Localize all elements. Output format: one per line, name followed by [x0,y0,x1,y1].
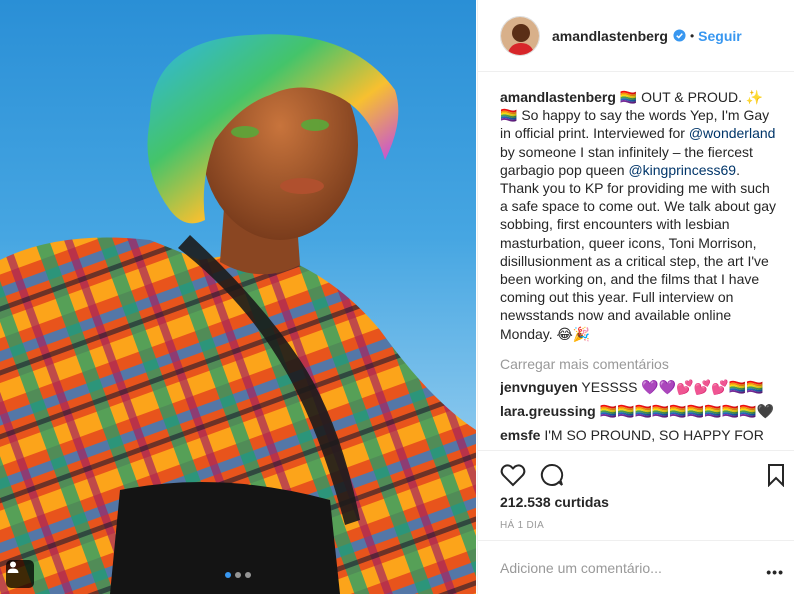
mention-link-kingprincess[interactable]: @kingprincess69 [628,162,736,178]
caption-text-3: . Thank you to KP for providing me with … [500,161,777,342]
verified-badge-icon [673,29,686,42]
caption-username[interactable]: amandlastenberg [500,89,616,105]
load-more-comments-button[interactable]: Carregar mais comentários [500,356,779,372]
comment-text: I'M SO PROUND, SO HAPPY FOR [540,426,764,443]
follow-button[interactable]: Seguir [698,28,742,44]
action-bar [478,450,794,496]
comment-item: lara.greussing 🏳️‍🌈🏳️‍🌈🏳️‍🌈🏳️‍🌈🏳️‍🌈🏳️‍🌈🏳… [500,402,779,420]
comment-username[interactable]: emsfe [500,427,540,443]
comment-icon[interactable] [540,463,564,487]
header-separator: • [689,28,695,43]
post-header: amandlastenberg • Seguir [478,0,794,72]
post-photo[interactable] [0,0,476,594]
comment-item: emsfe I'M SO PROUND, SO HAPPY FOR [500,426,779,444]
comment-item: jenvnguyen YESSSS 💜💜💕💕💕🏳️‍🌈🏳️‍🌈 [500,378,779,396]
comment-text: YESSSS 💜💜💕💕💕🏳️‍🌈🏳️‍🌈 [577,378,764,395]
header-username[interactable]: amandlastenberg [552,28,668,44]
carousel-dot[interactable] [235,572,241,578]
comments-list: amandlastenberg 🏳️‍🌈 OUT & PROUD. ✨ 🏳️‍🌈… [478,72,794,450]
portrait-illustration [0,34,476,594]
mention-link-wonderland[interactable]: @wonderland [689,125,776,141]
comment-username[interactable]: jenvnguyen [500,379,578,395]
avatar-image [501,16,539,55]
add-comment-input[interactable]: Adicione um comentário... [500,560,662,576]
post-timestamp[interactable]: HÁ 1 DIA [500,520,544,531]
post-sidebar: amandlastenberg • Seguir amandlastenberg… [477,0,794,594]
comment-text: 🏳️‍🌈🏳️‍🌈🏳️‍🌈🏳️‍🌈🏳️‍🌈🏳️‍🌈🏳️‍🌈🏳️‍🌈🏳️‍🌈🖤 [595,402,774,419]
caption: amandlastenberg 🏳️‍🌈 OUT & PROUD. ✨ 🏳️‍🌈… [500,88,779,343]
carousel-dot[interactable] [245,572,251,578]
comment-username[interactable]: lara.greussing [500,403,596,419]
carousel-dot-active[interactable] [225,572,231,578]
likes-count[interactable]: 212.538 curtidas [500,494,609,510]
bookmark-icon[interactable] [767,463,785,487]
heart-icon[interactable] [500,463,526,487]
carousel-indicators [0,572,476,578]
add-comment-bar: Adicione um comentário... [478,540,794,594]
more-options-button[interactable]: ••• [766,564,784,580]
avatar[interactable] [500,15,540,56]
